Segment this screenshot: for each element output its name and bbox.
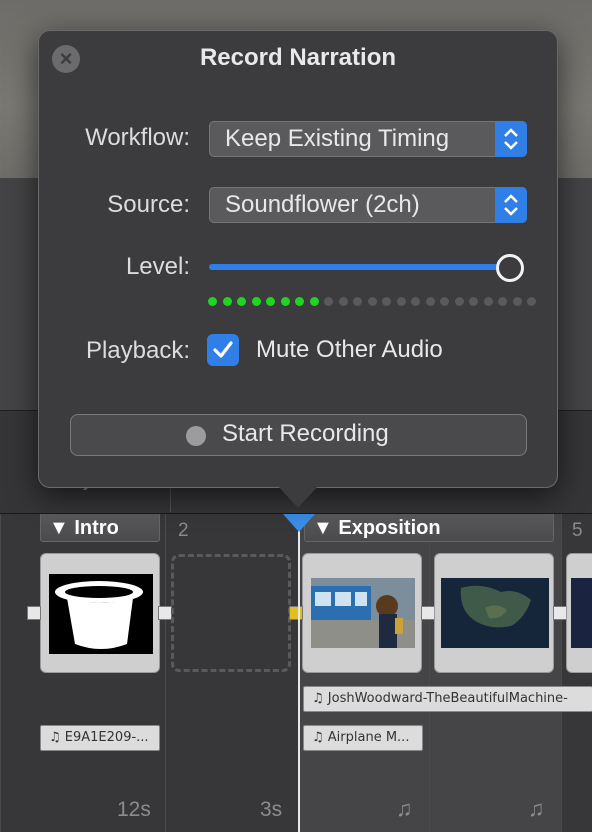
meter-dot	[353, 297, 362, 306]
meter-dot	[454, 297, 464, 306]
city-night-image	[571, 578, 592, 648]
meter-dot	[396, 297, 406, 306]
music-note-icon: ♫	[528, 796, 545, 821]
slide-duration: 3s	[260, 798, 283, 821]
meter-dot	[440, 297, 449, 306]
slide-thumbnail-partial[interactable]	[566, 553, 592, 673]
meter-dot	[527, 297, 536, 306]
slide-number: 2	[178, 520, 189, 541]
chevron-updown-icon	[495, 187, 527, 223]
train-station-photo	[311, 578, 415, 648]
source-value: Soundflower (2ch)	[225, 191, 420, 218]
level-meter	[208, 293, 542, 311]
scene-header-exposition[interactable]: ▼ Exposition	[304, 514, 554, 542]
meter-dot	[280, 297, 290, 306]
meter-dot	[411, 297, 420, 306]
meter-dot	[222, 297, 232, 306]
meter-dot	[498, 297, 507, 306]
slide-thumbnail-map[interactable]	[434, 553, 554, 673]
music-note-icon: ♫	[396, 796, 413, 821]
meter-dot	[469, 297, 478, 306]
transition-icon[interactable]	[421, 606, 435, 620]
mute-other-audio-label[interactable]: Mute Other Audio	[256, 336, 443, 364]
workflow-value: Keep Existing Timing	[225, 125, 450, 152]
mute-other-audio-checkbox[interactable]	[207, 334, 239, 366]
source-label: Source:	[107, 191, 190, 218]
transition-icon[interactable]	[553, 606, 567, 620]
popover-arrow	[278, 486, 318, 508]
meter-dot	[251, 297, 261, 306]
meter-dot	[425, 297, 435, 306]
meter-dot	[237, 297, 246, 306]
meter-dot	[483, 297, 493, 306]
audio-clip[interactable]: ♫ JoshWoodward-TheBeautifulMachine-	[303, 686, 592, 712]
source-popup[interactable]: Soundflower (2ch)	[209, 187, 527, 223]
playback-label: Playback:	[85, 337, 190, 364]
meter-dot	[266, 297, 275, 306]
slide-thumbnail-intro[interactable]	[40, 553, 160, 673]
level-label: Level:	[125, 253, 190, 280]
playhead-marker[interactable]	[283, 514, 315, 532]
slide-duration: 12s	[117, 798, 151, 821]
top-hat-image	[49, 574, 153, 654]
workflow-popup[interactable]: Keep Existing Timing	[209, 121, 527, 157]
slide-number: 5	[572, 520, 583, 541]
start-recording-label: Start Recording	[222, 420, 389, 447]
audio-clip[interactable]: ♫ E9A1E209-...	[40, 725, 160, 751]
level-slider-knob[interactable]	[496, 254, 524, 282]
workflow-label: Workflow:	[85, 124, 190, 151]
meter-dot	[338, 297, 348, 306]
earth-map-image	[441, 578, 549, 648]
playhead[interactable]	[298, 514, 300, 832]
meter-dot	[208, 297, 217, 306]
audio-clip[interactable]: ♫ Airplane M...	[303, 725, 423, 751]
slide-thumbnail-photo[interactable]	[302, 553, 422, 673]
transition-icon[interactable]	[158, 606, 172, 620]
level-slider-track[interactable]	[209, 264, 509, 270]
meter-dot	[382, 297, 391, 306]
chevron-updown-icon	[495, 121, 527, 157]
meter-dot	[309, 297, 319, 306]
scene-header-intro[interactable]: ▼ Intro	[40, 514, 160, 542]
record-dot-icon	[186, 426, 206, 446]
meter-dot	[295, 297, 304, 306]
meter-dot	[324, 297, 333, 306]
transition-icon[interactable]	[289, 606, 303, 620]
transition-icon[interactable]	[27, 606, 41, 620]
empty-slide-placeholder[interactable]	[171, 554, 291, 672]
dialog-title: Record Narration	[199, 44, 397, 71]
meter-dot	[367, 297, 377, 306]
meter-dot	[512, 297, 522, 306]
